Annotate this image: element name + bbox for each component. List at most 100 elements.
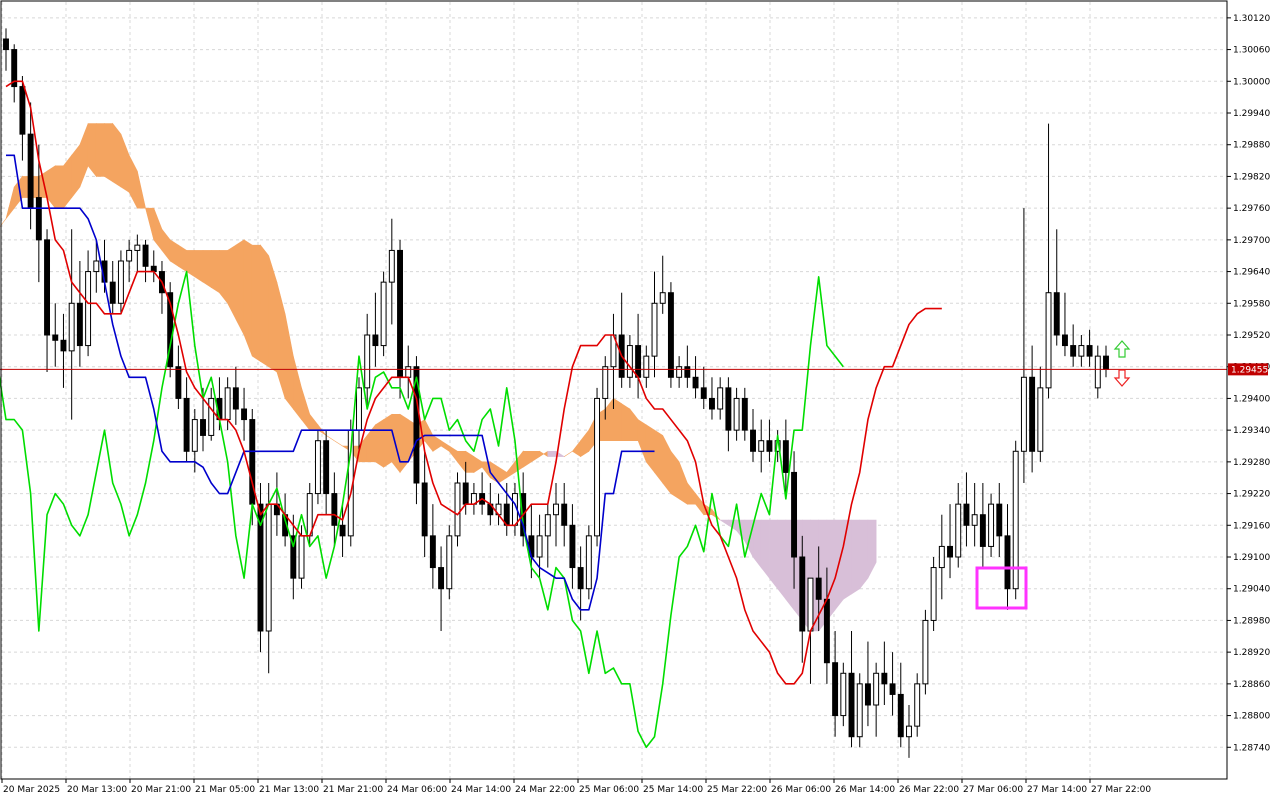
y-tick-label: 1.30120 xyxy=(1233,14,1270,24)
candle-body xyxy=(183,397,190,452)
candle-body xyxy=(1045,292,1052,389)
candle-body xyxy=(1078,345,1085,357)
candle-body xyxy=(676,366,683,378)
candle-body xyxy=(331,493,338,526)
candle-body xyxy=(651,302,658,357)
candle-body xyxy=(684,366,691,378)
candle-body xyxy=(44,239,51,336)
cloud-segment xyxy=(243,239,253,357)
y-tick-label: 1.29340 xyxy=(1233,426,1270,436)
candle-body xyxy=(462,482,469,505)
cloud-segment xyxy=(851,519,861,595)
candle-body xyxy=(881,672,888,685)
candle-body xyxy=(996,503,1003,537)
candle-body xyxy=(232,387,239,410)
y-tick-label: 1.28920 xyxy=(1233,648,1270,658)
ichimoku-chart[interactable]: 1.30120 1.30060 1.30000 1.29940 1.29880 1.298… xyxy=(0,0,1280,800)
candle-body xyxy=(323,440,330,495)
candle-body xyxy=(1020,376,1027,452)
candle-body xyxy=(873,672,880,706)
x-tick-label: 24 Mar 22:00 xyxy=(515,785,575,795)
cloud-segment xyxy=(613,397,622,442)
candle-body xyxy=(224,387,231,421)
candle-body xyxy=(602,366,609,399)
price-tag: 1.29455 xyxy=(1228,363,1268,376)
candle-body xyxy=(823,598,830,664)
x-tick-label: 20 Mar 21:00 xyxy=(131,785,191,795)
x-tick-label: 26 Mar 22:00 xyxy=(899,785,959,795)
candle-body xyxy=(938,545,945,569)
x-tick-label: 20 Mar 13:00 xyxy=(67,785,127,795)
candle-body xyxy=(585,535,592,590)
candle-body xyxy=(782,440,789,473)
price-tag-label: 1.29455 xyxy=(1231,365,1268,375)
x-tick-label: 26 Mar 14:00 xyxy=(835,785,895,795)
y-tick-label: 1.29580 xyxy=(1233,299,1270,309)
cloud-segment xyxy=(202,250,212,288)
cloud-segment xyxy=(760,519,770,580)
candle-body xyxy=(68,302,75,352)
cloud-segment xyxy=(843,519,852,600)
candle-body xyxy=(397,249,403,378)
candle-body xyxy=(1094,355,1101,389)
candle-body xyxy=(733,397,740,431)
candle-body xyxy=(897,693,904,738)
candle-body xyxy=(906,725,912,738)
y-tick-label: 1.30000 xyxy=(1233,77,1270,87)
x-tick-label: 27 Mar 22:00 xyxy=(1091,785,1151,795)
x-tick-label: 24 Mar 14:00 xyxy=(451,785,511,795)
cloud-segment xyxy=(210,250,220,294)
x-tick-label: 26 Mar 06:00 xyxy=(771,785,831,795)
x-tick-label: 25 Mar 06:00 xyxy=(579,785,639,795)
y-tick-label: 1.29760 xyxy=(1233,204,1270,214)
candle-body xyxy=(429,535,436,569)
candle-body xyxy=(175,366,182,399)
candle-body xyxy=(725,387,732,431)
candle-body xyxy=(544,514,551,537)
y-tick-label: 1.29940 xyxy=(1233,109,1270,119)
candle-body xyxy=(364,334,371,389)
candle-body xyxy=(553,503,559,516)
candle-body xyxy=(1070,345,1077,357)
candle-body xyxy=(454,482,461,537)
cloud-segment xyxy=(375,419,384,468)
y-tick-label: 1.29100 xyxy=(1233,553,1270,563)
candle-body xyxy=(930,567,937,621)
candle-body xyxy=(922,619,929,685)
cloud-segment xyxy=(383,413,393,468)
candle-body xyxy=(356,387,362,431)
candle-body xyxy=(208,397,215,436)
y-tick-label: 1.29700 xyxy=(1233,236,1270,246)
candle-body xyxy=(741,397,748,431)
cloud-segment xyxy=(235,239,245,336)
candle-body xyxy=(832,662,839,717)
candle-body xyxy=(807,577,814,632)
y-tick-label: 1.29820 xyxy=(1233,172,1270,182)
x-tick-label: 20 Mar 2025 xyxy=(3,785,60,795)
candle-body xyxy=(117,260,124,304)
candle-body xyxy=(1061,334,1068,347)
candle-body xyxy=(27,133,34,209)
cloud-segment xyxy=(251,244,261,362)
cloud-segment xyxy=(112,122,122,188)
candle-body xyxy=(889,683,896,695)
cloud-segment xyxy=(777,519,787,601)
y-tick-label: 1.29040 xyxy=(1233,585,1270,595)
candle-body xyxy=(979,514,986,547)
y-tick-label: 1.28800 xyxy=(1233,712,1270,722)
cloud-segment xyxy=(194,250,204,283)
x-tick-label: 21 Mar 21:00 xyxy=(323,785,383,795)
cloud-segment xyxy=(95,123,105,177)
candle-body xyxy=(446,535,453,590)
candle-body xyxy=(667,292,674,378)
candle-body xyxy=(1053,292,1060,336)
candle-body xyxy=(314,440,321,495)
candle-body xyxy=(93,260,100,273)
candle-body xyxy=(52,334,59,341)
candle-body xyxy=(815,577,822,600)
candle-body xyxy=(241,408,248,421)
candle-body xyxy=(700,387,707,399)
x-tick-label: 27 Mar 06:00 xyxy=(963,785,1023,795)
candle-body xyxy=(76,302,83,347)
y-tick-label: 1.28860 xyxy=(1233,680,1270,690)
